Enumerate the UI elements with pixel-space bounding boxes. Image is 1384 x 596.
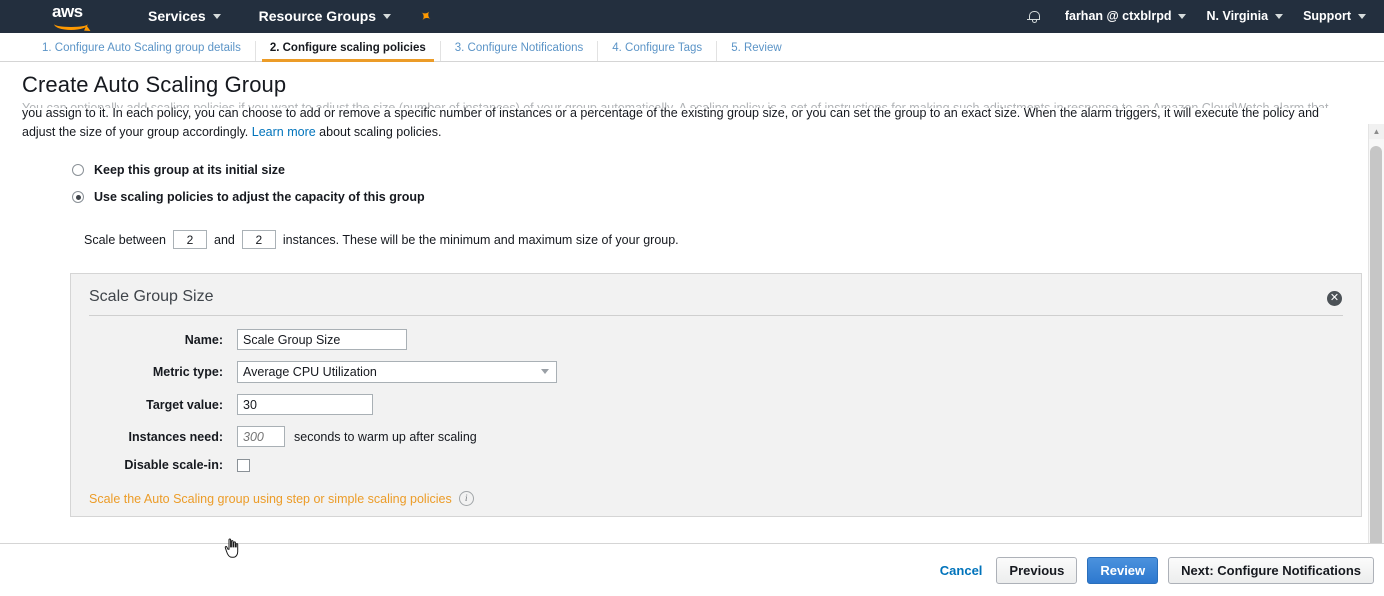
chevron-down-icon	[541, 369, 549, 374]
max-size-input[interactable]	[242, 230, 276, 249]
scale-between-row: Scale between and instances. These will …	[84, 230, 1384, 249]
form-row-warmup: Instances need: seconds to warm up after…	[89, 426, 1343, 447]
radio-keep-initial-size-label: Keep this group at its initial size	[94, 163, 285, 177]
policy-form: Name: Metric type: Average CPU Utilizati…	[89, 329, 1343, 472]
radio-use-scaling-policies[interactable]	[72, 191, 84, 203]
nav-account-label: farhan @ ctxblrpd	[1065, 0, 1172, 33]
form-row-disable-scalein: Disable scale-in:	[89, 458, 1343, 472]
review-button[interactable]: Review	[1087, 557, 1158, 584]
chevron-down-icon	[1178, 14, 1186, 19]
nav-right-group: farhan @ ctxblrpd N. Virginia Support	[1028, 0, 1376, 33]
cancel-button[interactable]: Cancel	[940, 563, 983, 578]
chevron-down-icon	[213, 14, 221, 19]
nav-services-label: Services	[148, 0, 206, 33]
info-icon[interactable]: i	[459, 491, 474, 506]
intro-text-part1: you assign to it. In each policy, you ca…	[22, 106, 1319, 139]
nav-resource-groups-menu[interactable]: Resource Groups	[249, 0, 401, 33]
option-use-scaling-policies[interactable]: Use scaling policies to adjust the capac…	[72, 190, 1384, 204]
name-label: Name:	[89, 333, 237, 347]
step-tab-1-label: 1. Configure Auto Scaling group details	[42, 42, 241, 54]
close-icon[interactable]: ✕	[1327, 291, 1342, 306]
step-simple-scaling-policies-link[interactable]: Scale the Auto Scaling group using step …	[89, 492, 452, 506]
page-scrollbar[interactable]: ▲ ▼	[1368, 124, 1384, 576]
policy-name-input[interactable]	[237, 329, 407, 350]
panel-title: Scale Group Size	[89, 288, 214, 306]
radio-use-scaling-policies-label: Use scaling policies to adjust the capac…	[94, 190, 425, 204]
wizard-step-tabs: 1. Configure Auto Scaling group details …	[0, 33, 1384, 62]
previous-button[interactable]: Previous	[996, 557, 1077, 584]
nav-services-menu[interactable]: Services	[138, 0, 231, 33]
scale-between-prefix: Scale between	[84, 233, 166, 247]
metric-type-select[interactable]: Average CPU Utilization	[237, 361, 557, 383]
learn-more-link[interactable]: Learn more	[252, 125, 316, 139]
scale-between-middle: and	[214, 233, 235, 247]
intro-text-part2: about scaling policies.	[316, 125, 442, 139]
intro-clipped-line: You can optionally add scaling policies …	[22, 99, 1350, 108]
disable-scalein-checkbox[interactable]	[237, 459, 250, 472]
bell-icon[interactable]	[1028, 10, 1041, 24]
step-tab-1[interactable]: 1. Configure Auto Scaling group details	[28, 41, 256, 61]
chevron-down-icon	[1358, 14, 1366, 19]
option-keep-initial-size[interactable]: Keep this group at its initial size	[72, 163, 1384, 177]
metric-type-selected-value: Average CPU Utilization	[237, 361, 557, 383]
form-row-metric-type: Metric type: Average CPU Utilization	[89, 361, 1343, 383]
step-tab-3-label: 3. Configure Notifications	[455, 42, 583, 54]
form-row-target-value: Target value:	[89, 394, 1343, 415]
scroll-up-arrow-icon[interactable]: ▲	[1369, 124, 1384, 139]
target-value-input[interactable]	[237, 394, 373, 415]
step-tab-3[interactable]: 3. Configure Notifications	[441, 41, 598, 61]
scale-between-suffix: instances. These will be the minimum and…	[283, 233, 679, 247]
warmup-suffix-text: seconds to warm up after scaling	[294, 430, 477, 444]
nav-account-menu[interactable]: farhan @ ctxblrpd	[1055, 0, 1197, 33]
nav-support-label: Support	[1303, 0, 1351, 33]
warmup-seconds-input[interactable]	[237, 426, 285, 447]
step-tab-4[interactable]: 4. Configure Tags	[598, 41, 717, 61]
step-scaling-link-row: Scale the Auto Scaling group using step …	[89, 491, 1343, 506]
chevron-down-icon	[383, 14, 391, 19]
form-row-name: Name:	[89, 329, 1343, 350]
pin-icon[interactable]: ✦	[416, 7, 435, 27]
nav-region-label: N. Virginia	[1206, 0, 1268, 33]
step-tab-2-label: 2. Configure scaling policies	[270, 42, 426, 54]
aws-top-navbar: aws Services Resource Groups ✦ farhan @ …	[0, 0, 1384, 33]
step-tab-5-label: 5. Review	[731, 42, 782, 54]
step-tab-5[interactable]: 5. Review	[717, 41, 796, 61]
next-button[interactable]: Next: Configure Notifications	[1168, 557, 1374, 584]
scrollbar-thumb[interactable]	[1370, 146, 1382, 576]
page-content: Create Auto Scaling Group You can option…	[0, 62, 1384, 576]
metric-type-label: Metric type:	[89, 365, 237, 379]
step-tab-2[interactable]: 2. Configure scaling policies	[256, 41, 441, 61]
panel-header: Scale Group Size ✕	[89, 288, 1343, 316]
nav-support-menu[interactable]: Support	[1293, 0, 1376, 33]
aws-logo-icon[interactable]: aws	[52, 4, 98, 30]
nav-region-menu[interactable]: N. Virginia	[1196, 0, 1293, 33]
disable-scalein-label: Disable scale-in:	[89, 458, 237, 472]
warmup-label: Instances need:	[89, 430, 237, 444]
nav-resource-groups-label: Resource Groups	[259, 0, 376, 33]
step-tab-4-label: 4. Configure Tags	[612, 42, 702, 54]
target-value-label: Target value:	[89, 398, 237, 412]
wizard-footer: Cancel Previous Review Next: Configure N…	[0, 543, 1384, 596]
min-size-input[interactable]	[173, 230, 207, 249]
chevron-down-icon	[1275, 14, 1283, 19]
scaling-policy-panel: Scale Group Size ✕ Name: Metric type: Av…	[70, 273, 1362, 517]
aws-smile-icon	[54, 18, 88, 30]
page-intro-text: You can optionally add scaling policies …	[22, 95, 1350, 141]
radio-keep-initial-size[interactable]	[72, 164, 84, 176]
